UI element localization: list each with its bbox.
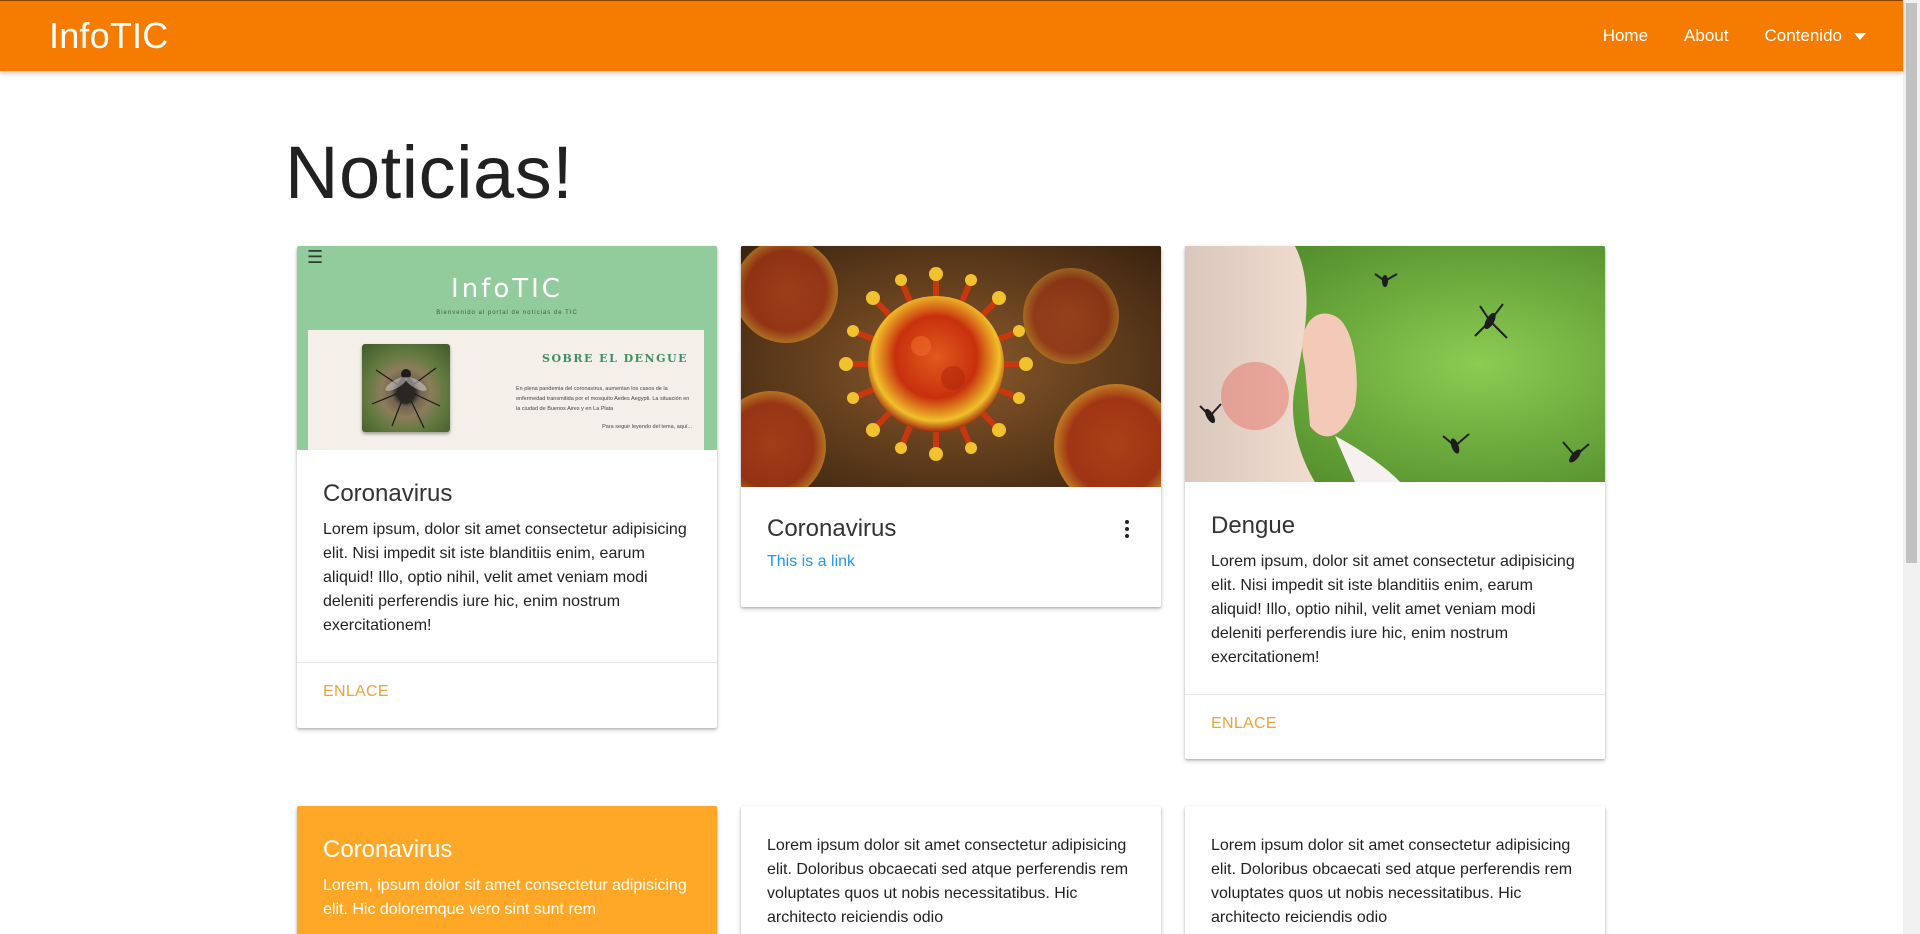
card-enlace-link[interactable]: Enlace (1211, 715, 1277, 732)
card-text: Lorem, ipsum dolor sit amet consectetur … (323, 877, 687, 918)
more-vert-icon[interactable] (1119, 516, 1135, 542)
mosquito-thumbnail-image (362, 344, 450, 432)
hamburger-menu-icon: ☰ (307, 247, 324, 267)
nav-dropdown-contenido[interactable]: Contenido (1746, 1, 1878, 71)
nav-links: Home About Contenido (1585, 1, 1878, 71)
screenshot-panel-text: En plena pandemia del coronavirus, aumen… (516, 386, 690, 412)
news-card-dengue: Dengue Lorem ipsum, dolor sit amet conse… (1185, 246, 1605, 759)
nav-dropdown-label: Contenido (1764, 26, 1842, 45)
page-scrollbar[interactable] (1903, 0, 1920, 934)
page-title: Noticias! (285, 131, 574, 214)
card-image-dengue (1185, 246, 1605, 482)
screenshot-brand: InfoTIC (451, 274, 563, 304)
card-content: Coronavirus Lorem ipsum, dolor sit amet … (297, 450, 717, 662)
brand-logo[interactable]: InfoTIC (49, 15, 168, 57)
card-text: Lorem ipsum dolor sit amet consectetur a… (767, 837, 1129, 926)
card-text: Lorem ipsum, dolor sit amet consectetur … (1211, 553, 1575, 666)
card-action: Enlace (1185, 694, 1605, 753)
card-enlace-link[interactable]: Enlace (323, 683, 389, 700)
card-link[interactable]: This is a link (767, 553, 1135, 571)
news-card-coronavirus-orange: Coronavirus Lorem, ipsum dolor sit amet … (297, 806, 717, 934)
card-content: Coronavirus Lorem, ipsum dolor sit amet … (297, 806, 717, 934)
screenshot-panel-title: SOBRE EL DENGUE (542, 352, 688, 365)
card-text: Lorem ipsum dolor sit amet consectetur a… (1211, 837, 1573, 926)
card-title: Dengue (1211, 512, 1296, 539)
screenshot-subtitle: Bienvenido al portal de noticias de TIC (436, 310, 578, 316)
card-content: Dengue Lorem ipsum, dolor sit amet conse… (1185, 482, 1605, 694)
card-title: Coronavirus (767, 515, 897, 542)
card-action: Enlace (297, 662, 717, 721)
text-card-1: Lorem ipsum dolor sit amet consectetur a… (741, 806, 1161, 934)
card-title-row: Coronavirus (767, 515, 1135, 543)
card-image-coronavirus (741, 246, 1161, 487)
news-card-coronavirus-1: ☰ InfoTIC Bienvenido al portal de notici… (297, 246, 717, 728)
card-content: Coronavirus This is a link (741, 487, 1161, 595)
text-card-2: Lorem ipsum dolor sit amet consectetur a… (1185, 806, 1605, 934)
news-card-coronavirus-2: Coronavirus This is a link (741, 246, 1161, 607)
screenshot-panel-more: Para seguir leyendo del tema, aquí... (602, 424, 692, 430)
nav-link-home[interactable]: Home (1585, 1, 1666, 71)
nav-link-about[interactable]: About (1666, 1, 1746, 71)
card-text: Lorem ipsum, dolor sit amet consectetur … (323, 521, 687, 634)
top-navbar: InfoTIC Home About Contenido (0, 0, 1903, 71)
card-content: Lorem ipsum dolor sit amet consectetur a… (1185, 806, 1605, 934)
caret-down-icon (1854, 32, 1866, 40)
card-image-site-screenshot: ☰ InfoTIC Bienvenido al portal de notici… (297, 246, 717, 450)
screenshot-panel: SOBRE EL DENGUE En plena pandemia del co… (308, 330, 704, 450)
card-title: Coronavirus (323, 480, 453, 507)
card-title: Coronavirus (323, 836, 453, 863)
card-content: Lorem ipsum dolor sit amet consectetur a… (741, 806, 1161, 934)
scrollbar-thumb[interactable] (1906, 3, 1917, 563)
